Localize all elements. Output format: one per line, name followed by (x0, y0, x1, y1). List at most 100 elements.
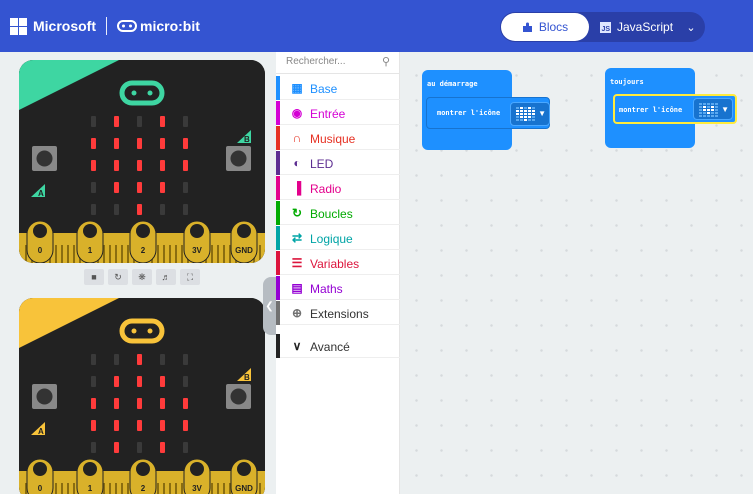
led-off (183, 442, 188, 453)
toolbox-category-logique[interactable]: ⇄ Logique (276, 226, 400, 250)
board-graphic: A B 0 1 2 3V GND (19, 60, 265, 263)
icon-pixel-on (520, 107, 523, 109)
toolbox-category-led[interactable]: ◐ LED (276, 151, 400, 175)
category-color-bar (276, 76, 280, 100)
edge-pin-stripe (157, 483, 159, 494)
language-dropdown[interactable]: ⌄ (680, 13, 702, 41)
search-input[interactable]: Rechercher... (286, 56, 345, 67)
tab-blocks[interactable]: Blocs (501, 13, 589, 41)
led-on (114, 398, 119, 409)
input-icon: ◉ (291, 106, 303, 120)
brand-label: Microsoft (33, 18, 96, 34)
led-on (183, 138, 188, 149)
stop-icon[interactable]: ■ (84, 269, 104, 285)
toolbox-category-extensions[interactable]: ⊕ Extensions (276, 301, 400, 325)
on-start-block[interactable]: au démarrage montrer l'icône ▼ (422, 70, 550, 150)
pin-label: 2 (141, 246, 146, 255)
sound-icon[interactable]: ♬ (156, 269, 176, 285)
edge-pin-stripe (61, 245, 63, 263)
button-b-cap[interactable] (230, 388, 247, 405)
on-start-label: au démarrage (427, 80, 478, 88)
search-icon[interactable]: ⚲ (382, 55, 390, 68)
icon-pixel-off (699, 115, 702, 117)
category-color-bar (276, 226, 280, 250)
edge-pin-stripe (127, 245, 129, 263)
category-label: Variables (310, 257, 360, 271)
small-heart-icon (699, 103, 718, 117)
icon-pixel-on (532, 110, 535, 112)
forever-block[interactable]: toujours montrer l'icône ▼ (605, 68, 737, 148)
icon-dropdown[interactable]: ▼ (510, 102, 550, 126)
fullscreen-icon[interactable]: ⛶ (180, 269, 200, 285)
pin-hole (83, 224, 97, 238)
edge-pin-stripe (115, 245, 117, 263)
dropdown-arrow-icon: ▼ (538, 109, 546, 118)
pin-label: 1 (88, 484, 93, 493)
toolbox-category-boucles[interactable]: ↻ Boucles (276, 201, 400, 225)
board-graphic: A B 0 1 2 3V GND (19, 298, 265, 494)
led-on (114, 376, 119, 387)
icon-pixel-off (699, 106, 702, 108)
icon-dropdown[interactable]: ▼ (693, 98, 733, 120)
icon-pixel-off (715, 112, 718, 114)
chevron-down-icon: ⌄ (686, 21, 696, 34)
toolbox-category-musique[interactable]: ∩ Musique (276, 126, 400, 150)
icon-pixel-on (532, 113, 535, 115)
button-a-cap[interactable] (36, 150, 53, 167)
edge-pin-stripe (109, 483, 111, 494)
button-a-cap[interactable] (36, 388, 53, 405)
top-bar: Microsoft micro:bit Blocs JS JavaScript (0, 0, 753, 52)
icon-pixel-on (524, 113, 527, 115)
led-on (160, 182, 165, 193)
led-off (91, 442, 96, 453)
category-label: Radio (310, 182, 342, 196)
debug-icon[interactable]: ❋ (132, 269, 152, 285)
collapse-simulator-button[interactable]: ❮ (263, 277, 276, 335)
icon-pixel-off (715, 103, 718, 105)
icon-pixel-off (699, 109, 702, 111)
simulator-toolbar: ■ ↻ ❋ ♬ ⛶ (84, 269, 200, 285)
category-label: Base (310, 82, 338, 96)
icon-pixel-on (528, 110, 531, 112)
pin-hole (136, 462, 150, 476)
show-icon-block-selected[interactable]: montrer l'icône ▼ (613, 94, 737, 124)
category-label: Extensions (310, 307, 369, 321)
calculator-icon: ▤ (291, 281, 303, 295)
button-b-label: B (244, 135, 250, 144)
show-icon-block[interactable]: montrer l'icône ▼ (426, 97, 550, 129)
edge-pin-stripe (217, 483, 219, 494)
category-color-bar (276, 126, 280, 150)
button-b-cap[interactable] (230, 150, 247, 167)
icon-pixel-off (703, 115, 706, 117)
toolbox-search[interactable]: Rechercher... ⚲ (276, 52, 400, 74)
board-logo-eye (147, 90, 153, 96)
icon-pixel-off (703, 112, 706, 114)
toolbox-category-base[interactable]: ▦ Base (276, 76, 400, 100)
icon-pixel-off (715, 109, 718, 111)
blocks-workspace[interactable]: au démarrage montrer l'icône ▼ toujours … (400, 52, 753, 494)
led-off (91, 354, 96, 365)
plus-icon: ⊕ (291, 306, 303, 320)
toolbox-category-avancé[interactable]: ∨ Avancé (276, 334, 400, 358)
led-on (137, 376, 142, 387)
icon-pixel-off (699, 112, 702, 114)
restart-icon[interactable]: ↻ (108, 269, 128, 285)
icon-pixel-off (715, 115, 718, 117)
button-a-label: A (38, 189, 44, 198)
brand[interactable]: Microsoft micro:bit (10, 16, 200, 36)
led-on (114, 182, 119, 193)
microbit-board-bottom[interactable]: A B 0 1 2 3V GND (19, 298, 265, 494)
toolbox-category-variables[interactable]: ☰ Variables (276, 251, 400, 275)
led-off (114, 204, 119, 215)
toolbox-category-radio[interactable]: ▐ Radio (276, 176, 400, 200)
category-color-bar (276, 101, 280, 125)
led-off (160, 354, 165, 365)
list-icon: ☰ (291, 256, 303, 270)
toolbox-category-entrée[interactable]: ◉ Entrée (276, 101, 400, 125)
microbit-board-top[interactable]: A B 0 1 2 3V GND (19, 60, 265, 263)
tab-javascript[interactable]: JS JavaScript (600, 13, 680, 41)
edge-pin-stripe (259, 483, 261, 494)
toolbox-category-maths[interactable]: ▤ Maths (276, 276, 400, 300)
led-on (160, 398, 165, 409)
icon-pixel-off (532, 119, 535, 121)
